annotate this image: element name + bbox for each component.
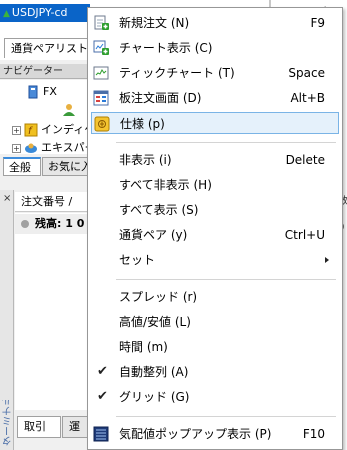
menu-item-popup-prices[interactable]: 気配値ポップアップ表示 (P) F10 xyxy=(91,423,339,445)
popup-prices-icon xyxy=(93,426,109,442)
menu-item-label: 時間 (m) xyxy=(119,340,168,354)
new-order-icon xyxy=(93,15,109,31)
menu-item-shortcut: Ctrl+U xyxy=(284,228,325,242)
menu-item-shortcut: F9 xyxy=(310,16,325,30)
context-menu: 新規注文 (N) F9 チャート表示 (C) ティックチャート (T) Spac… xyxy=(87,7,343,450)
menu-item-hide[interactable]: 非表示 (i) Delete xyxy=(91,149,339,171)
user-icon xyxy=(62,103,76,117)
tree-node-fx[interactable]: FX xyxy=(26,84,57,100)
menu-item-label: 仕様 (p) xyxy=(120,117,165,131)
account-icon xyxy=(26,85,40,99)
tab-exposure[interactable]: 運 xyxy=(62,416,88,438)
balance-row: 残高: 1 0 xyxy=(15,214,87,234)
checkmark-icon: ✔ xyxy=(97,389,108,404)
menu-item-tick-chart[interactable]: ティックチャート (T) Space xyxy=(91,62,339,84)
menu-item-label: セット xyxy=(119,253,156,267)
up-arrow-icon: ▲ xyxy=(3,9,10,19)
checkmark-icon: ✔ xyxy=(97,364,108,379)
menu-item-label: 非表示 (i) xyxy=(119,153,172,167)
menu-item-spread[interactable]: スプレッド (r) xyxy=(91,286,339,308)
tab-symbols[interactable]: 通貨ペアリスト xyxy=(4,38,90,58)
column-header-order[interactable]: 注文番号 / xyxy=(15,192,87,212)
expand-icon[interactable]: + xyxy=(12,143,21,153)
menu-item-new-order[interactable]: 新規注文 (N) F9 xyxy=(91,12,339,34)
menu-item-label: すべて表示 (S) xyxy=(119,203,199,217)
menu-item-label: ティックチャート (T) xyxy=(119,66,235,80)
menu-item-grid[interactable]: ✔ グリッド (G) xyxy=(91,386,339,408)
menu-item-label: 新規注文 (N) xyxy=(119,16,190,30)
menu-separator xyxy=(116,416,336,417)
menu-separator xyxy=(116,279,336,280)
menu-item-shortcut: Alt+B xyxy=(290,91,325,105)
menu-item-label: 板注文画面 (D) xyxy=(119,91,202,105)
chart-window-icon xyxy=(93,40,109,56)
menu-item-label: スプレッド (r) xyxy=(119,290,198,304)
menu-item-sets[interactable]: セット xyxy=(91,249,339,271)
specification-icon xyxy=(94,116,110,132)
tree-node-experts[interactable]: + エキスパート xyxy=(12,140,88,154)
tick-chart-icon xyxy=(93,65,109,81)
terminal-vertical-title: ターミナル xyxy=(3,400,13,446)
navigator-tree: FX + f インディケータ + エキスパート xyxy=(0,80,88,154)
symbol-row-selected[interactable]: ▲ USDJPY-cd xyxy=(0,4,90,22)
menu-item-show-all[interactable]: すべて表示 (S) xyxy=(91,199,339,221)
menu-item-auto-arrange[interactable]: ✔ 自動整列 (A) xyxy=(91,361,339,383)
menu-item-time[interactable]: 時間 (m) xyxy=(91,336,339,358)
navigator-header: ナビゲーター xyxy=(0,64,88,79)
tree-node-account[interactable] xyxy=(62,102,79,118)
expand-icon[interactable]: + xyxy=(12,125,21,135)
symbol-label: USDJPY-cd xyxy=(11,6,68,19)
menu-item-shortcut: Space xyxy=(288,66,325,80)
menu-separator xyxy=(116,142,336,143)
tab-trade[interactable]: 取引 xyxy=(17,416,61,438)
menu-item-shortcut: Delete xyxy=(285,153,325,167)
menu-item-label: 高値/安値 (L) xyxy=(119,315,191,329)
menu-item-depth-of-market[interactable]: 板注文画面 (D) Alt+B xyxy=(91,87,339,109)
menu-item-shortcut: F10 xyxy=(302,427,325,441)
tree-node-indicators[interactable]: + f インディケータ xyxy=(12,122,88,138)
menu-item-label: 通貨ペア (y) xyxy=(119,228,188,242)
depth-of-market-icon xyxy=(93,90,109,106)
terminal-close-icon[interactable]: × xyxy=(3,193,11,204)
tab-favorites[interactable]: お気に入り xyxy=(42,157,88,176)
menu-item-chart-window[interactable]: チャート表示 (C) xyxy=(91,37,339,59)
expert-advisor-icon xyxy=(24,141,38,154)
menu-item-label: 気配値ポップアップ表示 (P) xyxy=(119,427,272,441)
menu-item-specification[interactable]: 仕様 (p) xyxy=(91,112,339,134)
terminal-body xyxy=(15,213,87,410)
tab-common[interactable]: 全般 xyxy=(3,157,41,176)
menu-item-symbols[interactable]: 通貨ペア (y) Ctrl+U xyxy=(91,224,339,246)
menu-item-label: 自動整列 (A) xyxy=(119,365,189,379)
submenu-arrow-icon xyxy=(325,257,329,263)
menu-item-label: すべて非表示 (H) xyxy=(119,178,212,192)
menu-item-high-low[interactable]: 高値/安値 (L) xyxy=(91,311,339,333)
menu-item-hide-all[interactable]: すべて非表示 (H) xyxy=(91,174,339,196)
menu-item-label: グリッド (G) xyxy=(119,390,190,404)
menu-item-label: チャート表示 (C) xyxy=(119,41,213,55)
status-dot-icon xyxy=(21,220,29,228)
indicator-icon: f xyxy=(24,123,38,137)
